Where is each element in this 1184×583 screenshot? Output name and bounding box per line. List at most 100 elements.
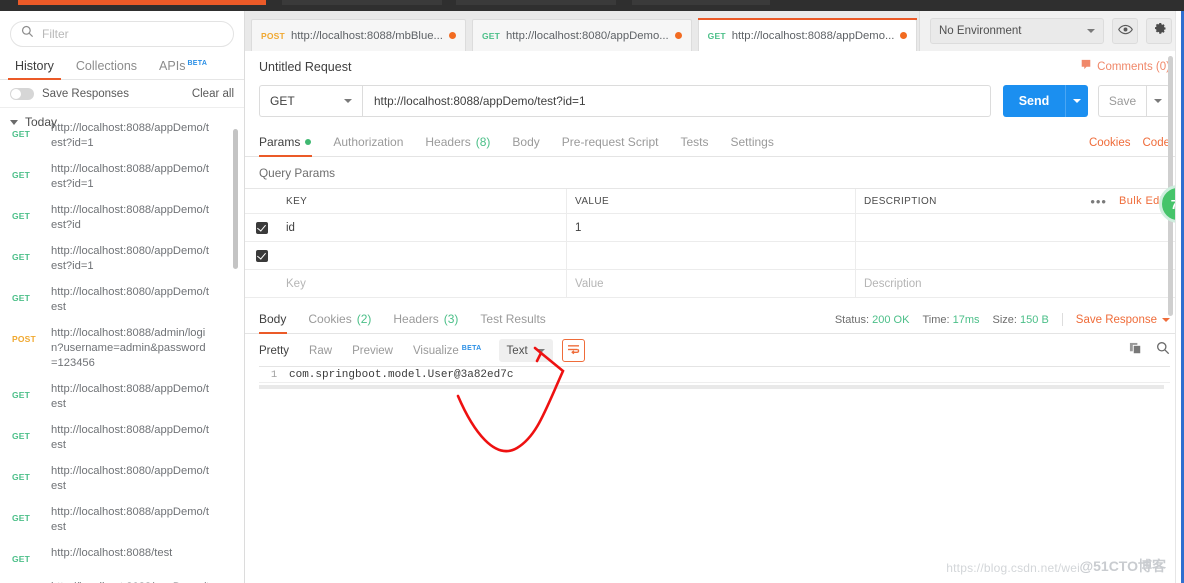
list-item[interactable]: GEThttp://localhost:8088/appDemo/test bbox=[0, 574, 244, 583]
request-tabs: Params Authorization Headers (8) Body Pr… bbox=[245, 127, 1184, 157]
request-tab-1-method: POST bbox=[261, 31, 285, 41]
row-description[interactable] bbox=[856, 242, 1184, 269]
sidebar-tab-collections[interactable]: Collections bbox=[65, 59, 148, 79]
cookies-link[interactable]: Cookies bbox=[1089, 137, 1131, 149]
size-value: 150 B bbox=[1020, 314, 1049, 326]
response-format-value: Text bbox=[507, 345, 528, 357]
view-mode-visualize[interactable]: Visualize BETA bbox=[403, 345, 492, 357]
row-value[interactable] bbox=[567, 242, 856, 269]
list-item[interactable]: GEThttp://localhost:8088/appDemo/test?id… bbox=[0, 156, 244, 197]
save-response-button[interactable]: Save Response bbox=[1076, 314, 1170, 326]
table-more-icon[interactable]: ••• bbox=[1090, 194, 1107, 209]
table-row[interactable]: id 1 bbox=[245, 214, 1184, 242]
response-tab-cookies[interactable]: Cookies (2) bbox=[297, 312, 382, 333]
tab-settings[interactable]: Settings bbox=[720, 135, 785, 156]
view-mode-visualize-label: Visualize bbox=[413, 345, 459, 357]
tab-params[interactable]: Params bbox=[259, 135, 322, 156]
copy-button[interactable] bbox=[1129, 342, 1142, 360]
header-cell-value: VALUE bbox=[567, 189, 856, 213]
list-item[interactable]: GEThttp://localhost:8080/appDemo/test bbox=[0, 279, 244, 320]
tab-pre-request-script[interactable]: Pre-request Script bbox=[551, 135, 670, 156]
clear-all-button[interactable]: Clear all bbox=[192, 88, 234, 100]
save-responses-toggle[interactable] bbox=[10, 88, 34, 100]
save-group: Save bbox=[1098, 85, 1170, 117]
list-item[interactable]: POSThttp://localhost:8088/admin/login?us… bbox=[0, 320, 244, 376]
row-description[interactable] bbox=[856, 214, 1184, 241]
chevron-down-icon bbox=[1087, 29, 1095, 33]
tab-authorization[interactable]: Authorization bbox=[322, 135, 414, 156]
request-tab-2[interactable]: GET http://localhost:8080/appDemo... bbox=[472, 19, 692, 51]
search-box[interactable] bbox=[10, 21, 234, 47]
search-body-button[interactable] bbox=[1156, 341, 1170, 360]
window-titlebar bbox=[0, 0, 1184, 11]
environment-bar: No Environment bbox=[919, 11, 1184, 51]
request-tab-3[interactable]: GET http://localhost:8088/appDemo... bbox=[698, 19, 918, 51]
list-item-method: GET bbox=[12, 504, 42, 523]
response-tab-body[interactable]: Body bbox=[259, 312, 297, 333]
tab-headers[interactable]: Headers (8) bbox=[414, 135, 501, 156]
response-body-toolbar: Pretty Raw Preview Visualize BETA Text bbox=[245, 334, 1184, 366]
view-mode-pretty[interactable]: Pretty bbox=[259, 345, 299, 357]
tab-tests[interactable]: Tests bbox=[669, 135, 719, 156]
placeholder-description[interactable]: Description bbox=[856, 270, 1184, 297]
settings-button[interactable] bbox=[1146, 18, 1172, 44]
send-button[interactable]: Send bbox=[1003, 85, 1065, 117]
view-mode-raw[interactable]: Raw bbox=[299, 345, 342, 357]
url-input[interactable] bbox=[362, 85, 991, 117]
row-checkbox[interactable] bbox=[256, 250, 268, 262]
list-item[interactable]: GEThttp://localhost:8088/appDemo/test bbox=[0, 499, 244, 540]
code-link[interactable]: Code bbox=[1143, 137, 1171, 149]
list-item[interactable]: GEThttp://localhost:8088/appDemo/test?id bbox=[0, 197, 244, 238]
comments-button[interactable]: Comments (0) bbox=[1080, 59, 1170, 74]
row-checkbox-cell[interactable] bbox=[245, 242, 278, 269]
response-tab-test-results[interactable]: Test Results bbox=[469, 312, 556, 333]
environment-select[interactable]: No Environment bbox=[930, 18, 1104, 44]
request-tab-1[interactable]: POST http://localhost:8088/mbBlue... bbox=[251, 19, 466, 51]
list-item[interactable]: GEThttp://localhost:8080/appDemo/test bbox=[0, 458, 244, 499]
request-header: Untitled Request Comments (0) bbox=[245, 51, 1184, 77]
response-body-code[interactable]: 1 com.springboot.model.User@3a82ed7c bbox=[245, 366, 1184, 383]
row-checkbox-cell[interactable] bbox=[245, 214, 278, 241]
list-item[interactable]: GEThttp://localhost:8088/appDemo/test?id… bbox=[0, 115, 244, 156]
table-placeholder-row[interactable]: Key Value Description bbox=[245, 270, 1184, 298]
row-value[interactable]: 1 bbox=[567, 214, 856, 241]
response-tab-cookies-label: Cookies bbox=[308, 312, 351, 326]
list-item[interactable]: GEThttp://localhost:8088/appDemo/test bbox=[0, 417, 244, 458]
view-mode-preview[interactable]: Preview bbox=[342, 345, 403, 357]
list-item-url: http://localhost:8088/appDemo/test bbox=[51, 422, 211, 453]
request-tab-3-url: http://localhost:8088/appDemo... bbox=[732, 30, 895, 42]
tab-body[interactable]: Body bbox=[501, 135, 550, 156]
method-select[interactable]: GET bbox=[259, 85, 362, 117]
row-key[interactable] bbox=[278, 242, 567, 269]
code-horizontal-scrollbar[interactable] bbox=[259, 385, 1164, 389]
response-tabs: Body Cookies (2) Headers (3) Test Result… bbox=[245, 304, 1184, 334]
table-header-row: KEY VALUE DESCRIPTION ••• Bulk Edit bbox=[245, 189, 1184, 214]
history-list[interactable]: GEThttp://localhost:8088/appDemo/test?id… bbox=[0, 115, 244, 583]
save-responses-group[interactable]: Save Responses bbox=[10, 88, 129, 100]
send-options-button[interactable] bbox=[1065, 85, 1088, 117]
environment-quick-look-button[interactable] bbox=[1112, 18, 1138, 44]
divider bbox=[1062, 313, 1063, 326]
placeholder-key[interactable]: Key bbox=[278, 270, 567, 297]
wrap-lines-button[interactable] bbox=[562, 339, 585, 362]
table-row[interactable] bbox=[245, 242, 1184, 270]
save-button[interactable]: Save bbox=[1098, 85, 1146, 117]
response-format-select[interactable]: Text bbox=[499, 339, 553, 362]
list-item[interactable]: GEThttp://localhost:8088/appDemo/test bbox=[0, 376, 244, 417]
search-input[interactable] bbox=[42, 27, 223, 41]
placeholder-checkbox-cell bbox=[245, 270, 278, 297]
sidebar-actions: Save Responses Clear all bbox=[0, 80, 244, 108]
request-tabs-links: Cookies Code bbox=[1089, 137, 1170, 149]
row-key[interactable]: id bbox=[278, 214, 567, 241]
response-tab-headers[interactable]: Headers (3) bbox=[382, 312, 469, 333]
save-options-button[interactable] bbox=[1146, 85, 1170, 117]
sidebar-tab-history[interactable]: History bbox=[4, 59, 65, 79]
list-item[interactable]: GEThttp://localhost:8088/test bbox=[0, 540, 244, 574]
sidebar-scrollbar[interactable] bbox=[233, 129, 238, 269]
placeholder-value[interactable]: Value bbox=[567, 270, 856, 297]
list-item[interactable]: GEThttp://localhost:8080/appDemo/test?id… bbox=[0, 238, 244, 279]
unsaved-dot-icon bbox=[675, 32, 682, 39]
sidebar-tab-apis[interactable]: APIsBETA bbox=[148, 59, 218, 79]
row-checkbox[interactable] bbox=[256, 222, 268, 234]
response-tab-headers-label: Headers bbox=[393, 312, 438, 326]
